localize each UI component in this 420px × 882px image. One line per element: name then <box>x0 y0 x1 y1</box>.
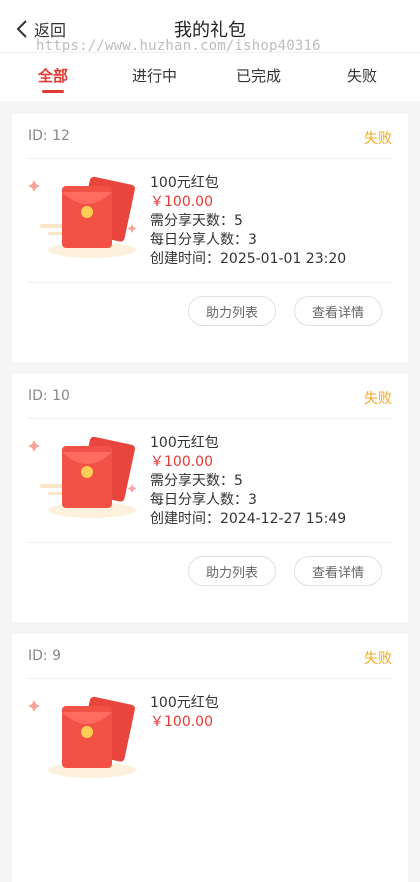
daily-people-label: 每日分享人数： <box>150 232 248 248</box>
daily-people-value: 3 <box>248 492 257 508</box>
red-envelope-icon <box>28 696 136 778</box>
created-time-label: 创建时间： <box>150 511 220 527</box>
status-badge: 失败 <box>364 391 392 407</box>
daily-people-value: 3 <box>248 232 257 248</box>
red-envelope-icon <box>28 436 137 518</box>
created-time-row: 创建时间：2024-12-27 15:49 <box>150 510 346 529</box>
created-time-label: 创建时间： <box>150 251 220 267</box>
created-time-row: 创建时间：2025-01-01 23:20 <box>150 250 346 269</box>
card-header: ID: 9 失败 <box>28 634 392 679</box>
app-header: 返回 我的礼包 https://www.huzhan.com/ishop4031… <box>0 0 420 54</box>
status-badge: 失败 <box>364 131 392 147</box>
daily-people-row: 每日分享人数：3 <box>150 231 346 250</box>
share-days-label: 需分享天数： <box>150 473 234 489</box>
gift-card: ID: 12 失败 100元红包 ￥100.00 需分享天数：5 每日分享人数：… <box>12 114 408 362</box>
gift-card: ID: 9 失败 100元红包 ￥100.00 <box>12 634 408 882</box>
divider <box>28 542 392 543</box>
card-header: ID: 12 失败 <box>28 114 392 159</box>
active-tab-indicator <box>42 90 64 93</box>
card-id: ID: 10 <box>28 388 70 404</box>
gift-price: ￥100.00 <box>150 714 213 730</box>
help-list-button[interactable]: 助力列表 <box>188 296 276 326</box>
share-days-row: 需分享天数：5 <box>150 212 346 231</box>
card-id: ID: 12 <box>28 128 70 144</box>
tab-bar: 全部 进行中 已完成 失败 <box>0 52 420 101</box>
tab-all[interactable]: 全部 <box>38 65 68 86</box>
tab-failed[interactable]: 失败 <box>347 65 377 86</box>
card-id: ID: 9 <box>28 648 61 664</box>
daily-people-label: 每日分享人数： <box>150 492 248 508</box>
tab-completed[interactable]: 已完成 <box>236 65 281 86</box>
view-details-button[interactable]: 查看详情 <box>294 556 382 586</box>
gift-price: ￥100.00 <box>150 454 213 470</box>
created-time-value: 2025-01-01 23:20 <box>220 251 347 267</box>
gift-info: 100元红包 ￥100.00 <box>150 694 219 732</box>
tab-in-progress[interactable]: 进行中 <box>132 65 177 86</box>
created-time-value: 2024-12-27 15:49 <box>220 511 347 527</box>
gift-name: 100元红包 <box>150 435 219 451</box>
share-days-label: 需分享天数： <box>150 213 234 229</box>
gift-name: 100元红包 <box>150 695 219 711</box>
card-header: ID: 10 失败 <box>28 374 392 419</box>
gift-name: 100元红包 <box>150 175 219 191</box>
share-days-row: 需分享天数：5 <box>150 472 346 491</box>
share-days-value: 5 <box>234 473 243 489</box>
gift-info: 100元红包 ￥100.00 需分享天数：5 每日分享人数：3 创建时间：202… <box>150 174 346 269</box>
gift-card: ID: 10 失败 100元红包 ￥100.00 需分享天数：5 每日分享人数：… <box>12 374 408 622</box>
divider <box>28 282 392 283</box>
share-days-value: 5 <box>234 213 243 229</box>
gift-info: 100元红包 ￥100.00 需分享天数：5 每日分享人数：3 创建时间：202… <box>150 434 346 529</box>
help-list-button[interactable]: 助力列表 <box>188 556 276 586</box>
red-envelope-icon <box>28 176 137 258</box>
view-details-button[interactable]: 查看详情 <box>294 296 382 326</box>
status-badge: 失败 <box>364 651 392 667</box>
daily-people-row: 每日分享人数：3 <box>150 491 346 510</box>
gift-price: ￥100.00 <box>150 194 213 210</box>
